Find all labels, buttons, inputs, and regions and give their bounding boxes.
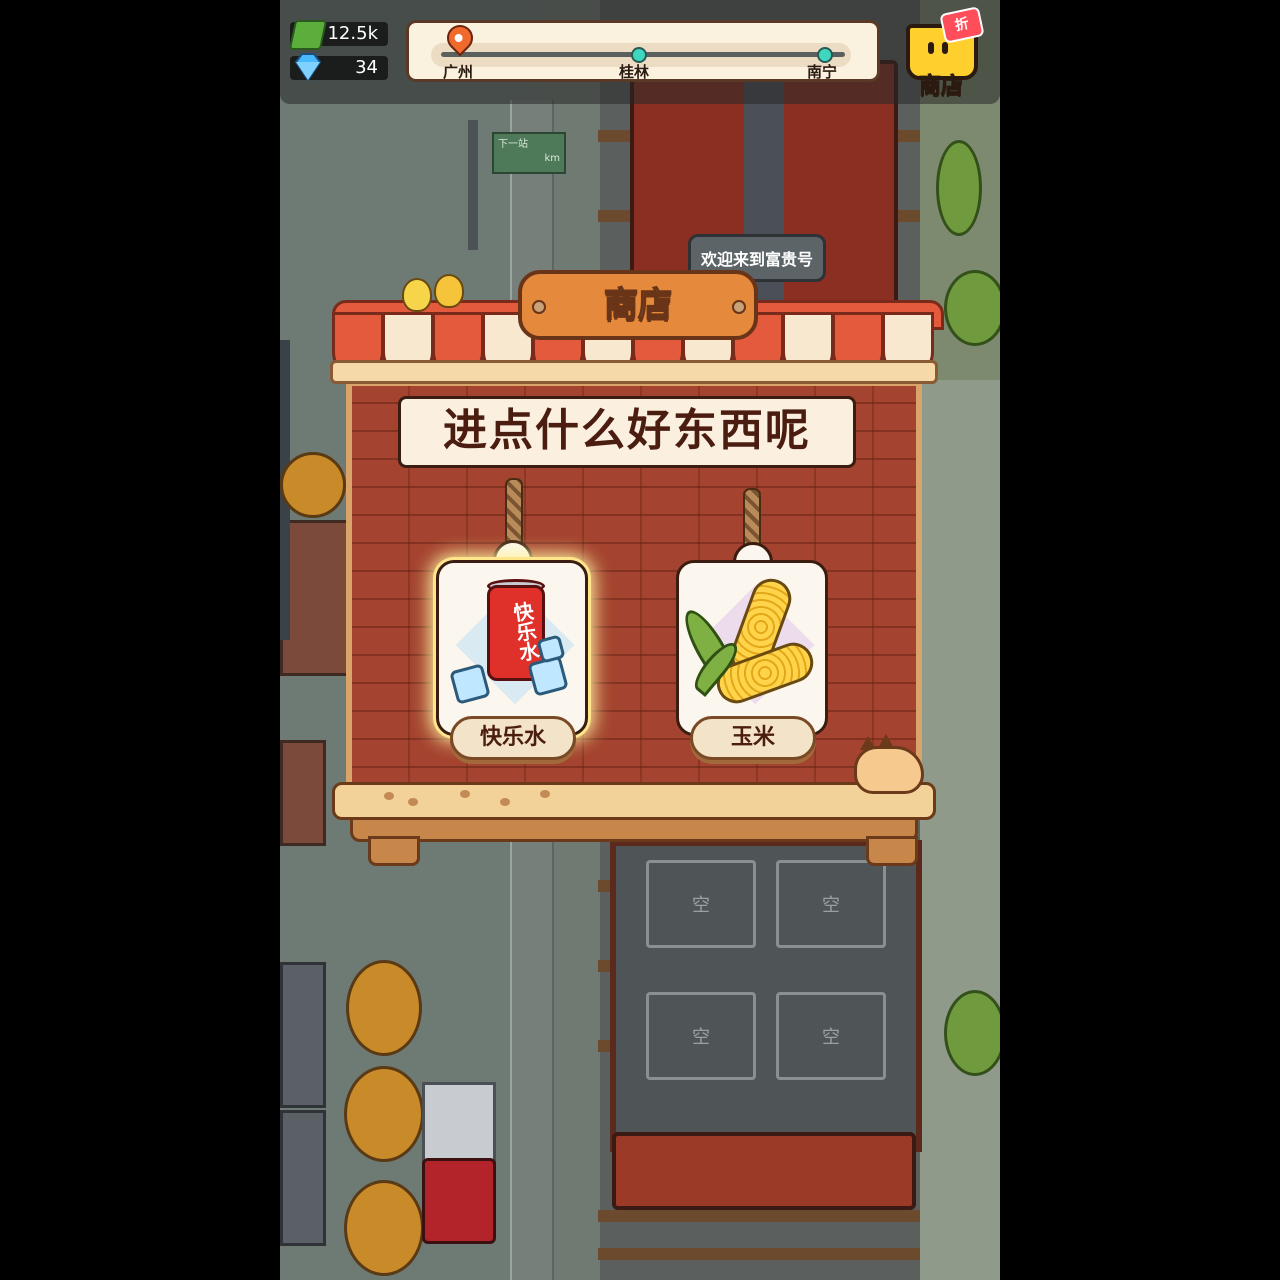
shop-item-label-soda[interactable]: 快乐水 — [450, 716, 576, 760]
cash-stack-icon — [288, 20, 328, 50]
shop-item-card-soda[interactable]: 快乐水 — [436, 560, 588, 736]
chick-icon — [434, 274, 464, 308]
shelf-bracket — [368, 836, 420, 866]
autumn-tree — [346, 960, 422, 1056]
paw-print-icon — [408, 798, 418, 806]
red-truck — [422, 1158, 496, 1244]
green-tree — [944, 990, 1000, 1076]
bolt-icon — [532, 300, 546, 314]
shop-item-label-corn[interactable]: 玉米 — [690, 716, 816, 760]
soda-can-text: 快乐水 — [508, 600, 541, 663]
cargo-slot[interactable]: 空 — [776, 860, 886, 948]
train-car-coupler — [612, 1132, 916, 1210]
house-roof — [280, 1110, 326, 1246]
cart-eye — [928, 42, 934, 54]
cat-icon — [854, 746, 924, 794]
house-roof — [280, 962, 326, 1108]
building — [280, 740, 326, 846]
train-cargo-car[interactable]: 空 空 空 空 — [610, 840, 922, 1152]
cart-eye — [942, 42, 948, 54]
cargo-slot[interactable]: 空 — [646, 860, 756, 948]
cargo-slot-label: 空 — [692, 895, 710, 916]
cash-amount: 12.5k — [327, 23, 378, 44]
shop-title-sign: 商店 — [518, 270, 758, 340]
paw-print-icon — [500, 798, 510, 806]
route-city-end: 南宁 — [807, 63, 838, 81]
autumn-tree — [344, 1180, 424, 1276]
diamond-icon — [294, 53, 322, 82]
item-name: 玉米 — [730, 725, 775, 750]
shelf-bracket — [866, 836, 918, 866]
bolt-icon — [732, 300, 746, 314]
rail-sleeper — [598, 1210, 920, 1222]
shop-headline: 进点什么好东西呢 — [398, 396, 856, 468]
gem-amount: 34 — [355, 57, 378, 78]
route-city-middle: 桂林 — [619, 63, 650, 81]
cargo-slot-label: 空 — [822, 1027, 840, 1048]
building — [280, 520, 354, 676]
autumn-tree — [344, 1066, 424, 1162]
green-tree — [944, 270, 1000, 346]
autumn-tree — [280, 452, 346, 518]
next-station-label: 下一站 — [498, 139, 528, 150]
awning-rail — [330, 360, 938, 384]
route-progress-bar: 广州 桂林 南宁 — [406, 19, 880, 82]
chick-icon — [402, 278, 432, 312]
signal-pole — [468, 120, 478, 250]
paw-print-icon — [384, 792, 394, 800]
shop-headline-text: 进点什么好东西呢 — [443, 405, 811, 456]
route-city-start: 广州 — [443, 63, 474, 81]
cargo-slot[interactable]: 空 — [646, 992, 756, 1080]
cargo-slot[interactable]: 空 — [776, 992, 886, 1080]
shop-button[interactable]: 折 商店 — [898, 6, 985, 100]
welcome-text: 欢迎来到富贵号 — [700, 250, 813, 269]
next-station-unit: km — [544, 153, 560, 164]
shop-button-label: 商店 — [918, 74, 963, 100]
shelf — [332, 782, 936, 820]
pine-tree — [936, 140, 982, 236]
game-viewport: 空 空 空 空 下一站 km 欢迎来到富贵号 12.5k 34 广州 桂林 南宁… — [280, 0, 1000, 1280]
shop-item-card-corn[interactable] — [676, 560, 828, 736]
paw-print-icon — [460, 790, 470, 798]
cargo-slot-label: 空 — [822, 895, 840, 916]
item-name: 快乐水 — [479, 725, 546, 750]
paw-print-icon — [540, 790, 550, 798]
cargo-slot-label: 空 — [692, 1027, 710, 1048]
rail-sleeper — [598, 1248, 920, 1260]
next-station-sign: 下一站 km — [492, 132, 566, 174]
shop-title: 商店 — [603, 284, 673, 326]
